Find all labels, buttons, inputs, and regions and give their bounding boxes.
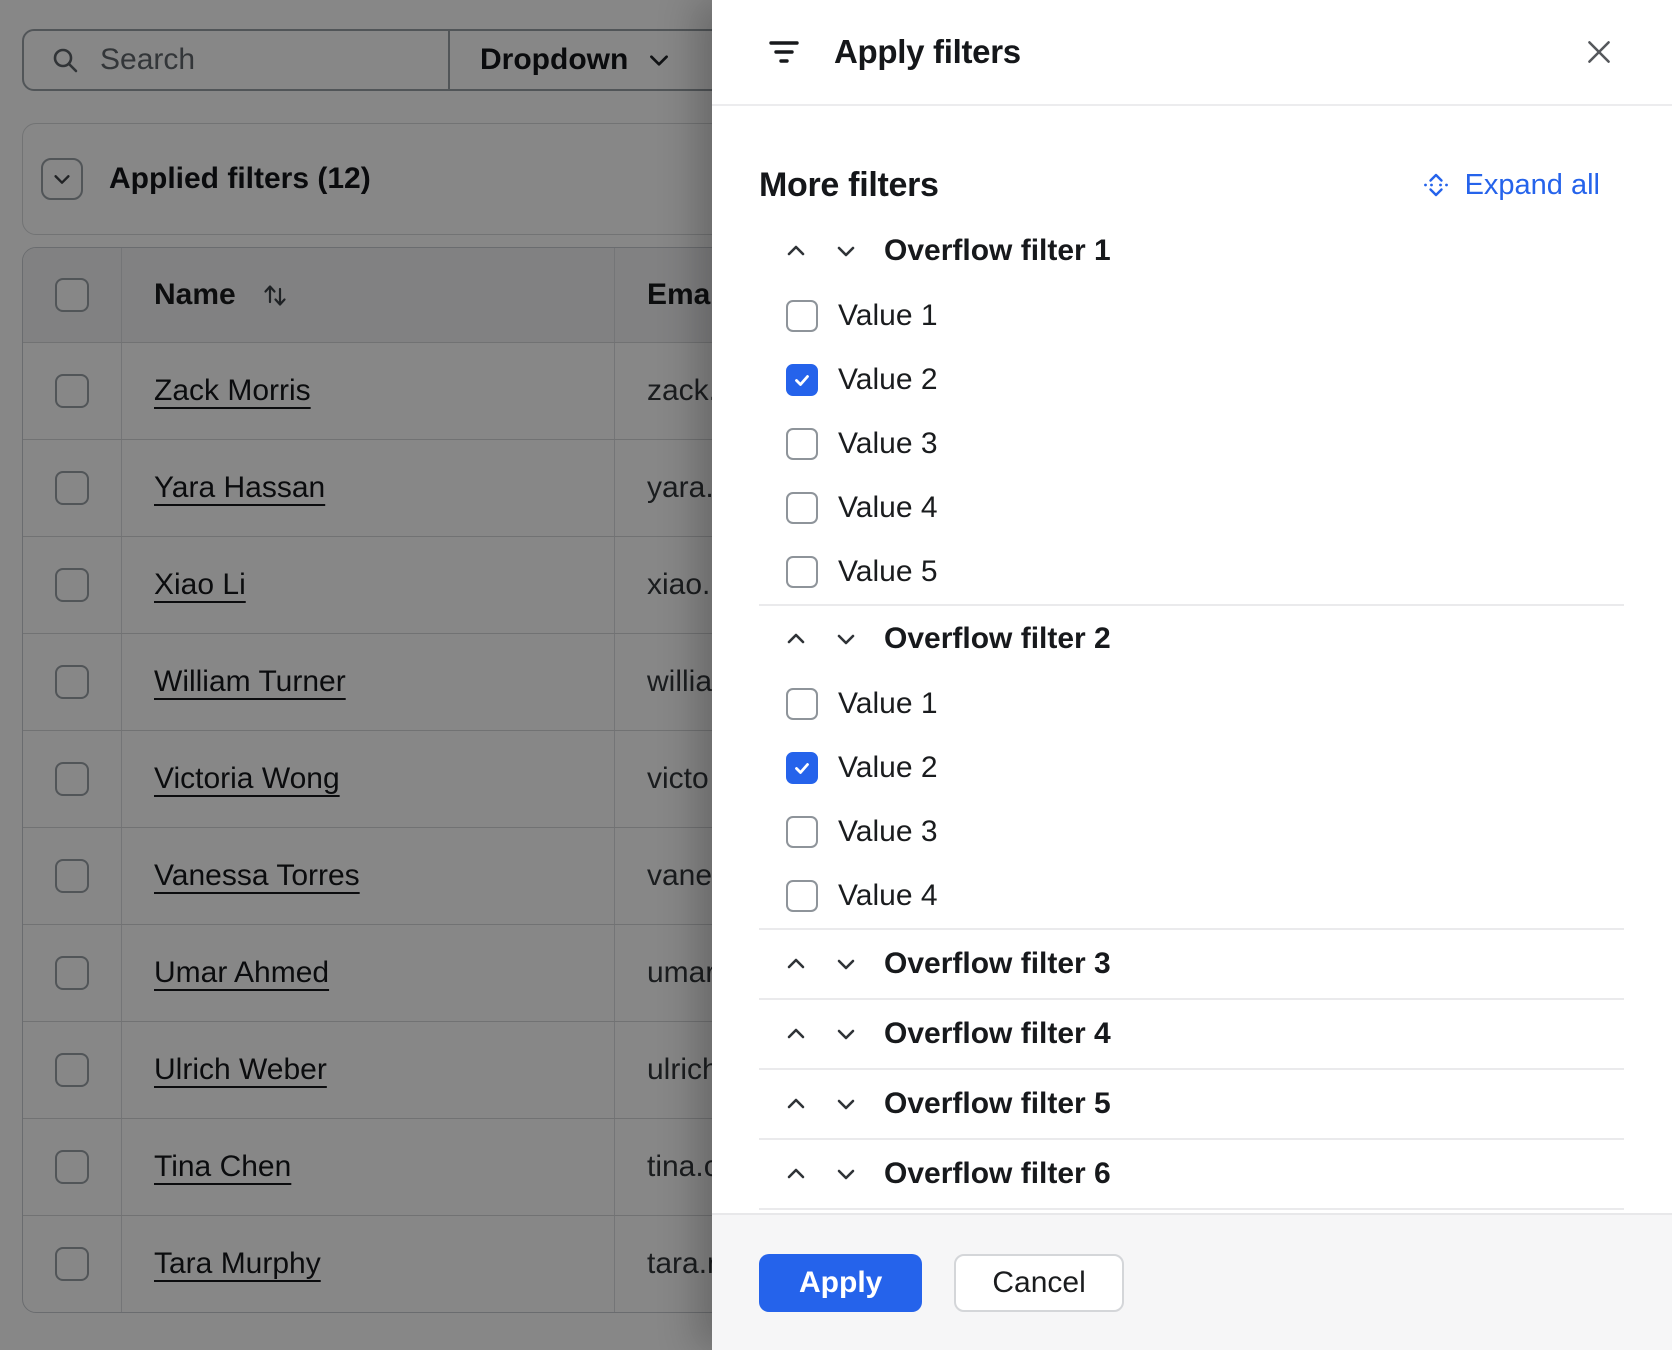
filter-option-row[interactable]: Value 4 (759, 476, 1648, 540)
option-checkbox[interactable] (786, 364, 818, 396)
apply-button[interactable]: Apply (759, 1254, 922, 1312)
close-icon (1583, 36, 1615, 68)
option-label: Value 4 (838, 879, 938, 913)
check-icon (793, 759, 811, 777)
more-filters-heading: More filters (759, 166, 939, 205)
filter-lines-icon (766, 34, 802, 70)
close-button[interactable] (1583, 36, 1615, 68)
filter-section-toggle[interactable]: Overflow filter 4 (759, 1000, 1648, 1068)
option-checkbox[interactable] (786, 880, 818, 912)
chevron-up-icon (784, 952, 808, 976)
filter-section: Overflow filter 5 (759, 1070, 1648, 1140)
panel-footer: Apply Cancel (712, 1213, 1672, 1350)
chevron-up-icon (784, 239, 808, 263)
expand-vertical-icon (1421, 170, 1451, 200)
option-label: Value 1 (838, 299, 938, 333)
filter-option-row[interactable]: Value 4 (759, 864, 1648, 928)
section-options: Value 1 Value 2 Value 3 Value 4 (759, 672, 1648, 928)
filter-section: Overflow filter 1 Value 1 Value 2 Value … (759, 218, 1648, 606)
option-checkbox[interactable] (786, 556, 818, 588)
panel-title: Apply filters (834, 33, 1021, 71)
filter-option-row[interactable]: Value 3 (759, 412, 1648, 476)
filter-option-row[interactable]: Value 1 (759, 672, 1648, 736)
section-options: Value 1 Value 2 Value 3 Value 4 (759, 284, 1648, 604)
filter-option-row[interactable]: Value 1 (759, 284, 1648, 348)
filter-option-row[interactable]: Value 2 (759, 348, 1648, 412)
cancel-button[interactable]: Cancel (954, 1254, 1123, 1312)
option-checkbox[interactable] (786, 428, 818, 460)
chevron-down-icon (834, 239, 858, 263)
option-label: Value 3 (838, 427, 938, 461)
filter-section-toggle[interactable]: Overflow filter 3 (759, 930, 1648, 998)
section-divider (759, 1208, 1624, 1210)
section-label: Overflow filter 5 (884, 1087, 1111, 1121)
section-label: Overflow filter 2 (884, 622, 1111, 656)
apply-filters-panel: Apply filters More filters (712, 0, 1672, 1350)
panel-body: More filters Expand all (712, 106, 1672, 1213)
filter-section: Overflow filter 4 (759, 1000, 1648, 1070)
option-label: Value 2 (838, 363, 938, 397)
filter-section-toggle[interactable]: Overflow filter 6 (759, 1140, 1648, 1208)
page: Dropdown Applied filters (12) Name (0, 0, 1672, 1350)
option-label: Value 1 (838, 687, 938, 721)
chevron-up-icon (784, 1022, 808, 1046)
filter-option-row[interactable]: Value 5 (759, 540, 1648, 604)
option-checkbox[interactable] (786, 752, 818, 784)
chevron-up-icon (784, 1162, 808, 1186)
chevron-down-icon (834, 1092, 858, 1116)
option-checkbox[interactable] (786, 688, 818, 720)
option-label: Value 2 (838, 751, 938, 785)
option-checkbox[interactable] (786, 492, 818, 524)
more-filters-row: More filters Expand all (759, 160, 1648, 210)
option-label: Value 3 (838, 815, 938, 849)
section-label: Overflow filter 3 (884, 947, 1111, 981)
chevron-down-icon (834, 1022, 858, 1046)
option-checkbox[interactable] (786, 300, 818, 332)
option-checkbox[interactable] (786, 816, 818, 848)
chevron-up-icon (784, 627, 808, 651)
chevron-down-icon (834, 1162, 858, 1186)
filter-section: Overflow filter 2 Value 1 Value 2 Value … (759, 606, 1648, 930)
section-label: Overflow filter 1 (884, 234, 1111, 268)
option-label: Value 4 (838, 491, 938, 525)
filter-option-row[interactable]: Value 3 (759, 800, 1648, 864)
panel-header: Apply filters (712, 0, 1672, 106)
option-label: Value 5 (838, 555, 938, 589)
chevron-up-icon (784, 1092, 808, 1116)
filter-option-row[interactable]: Value 2 (759, 736, 1648, 800)
filter-section-toggle[interactable]: Overflow filter 5 (759, 1070, 1648, 1138)
expand-all-label: Expand all (1465, 169, 1600, 202)
section-label: Overflow filter 4 (884, 1017, 1111, 1051)
expand-all-button[interactable]: Expand all (1421, 169, 1600, 202)
filter-section-toggle[interactable]: Overflow filter 2 (759, 606, 1648, 672)
filter-section: Overflow filter 6 (759, 1140, 1648, 1210)
filter-sections: Overflow filter 1 Value 1 Value 2 Value … (759, 218, 1648, 1210)
filter-section-toggle[interactable]: Overflow filter 1 (759, 218, 1648, 284)
chevron-down-icon (834, 627, 858, 651)
chevron-down-icon (834, 952, 858, 976)
filter-section: Overflow filter 3 (759, 930, 1648, 1000)
check-icon (793, 371, 811, 389)
section-label: Overflow filter 6 (884, 1157, 1111, 1191)
